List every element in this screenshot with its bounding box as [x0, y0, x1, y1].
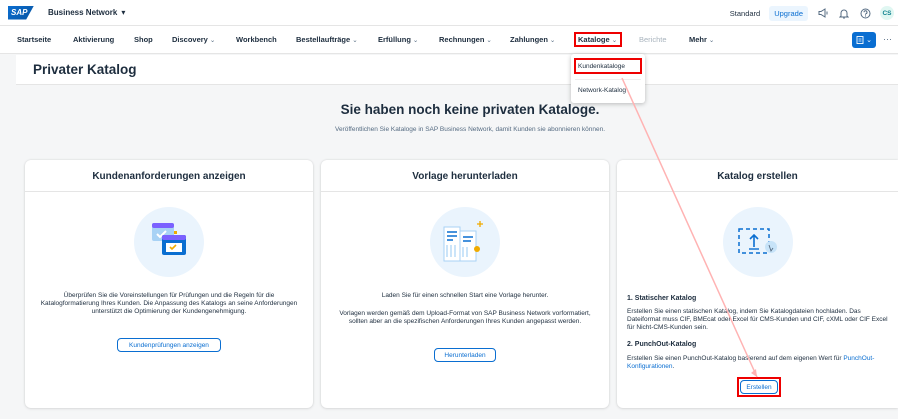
- nav-shop[interactable]: Shop: [134, 35, 153, 44]
- product-switcher[interactable]: Business Network ▾: [48, 8, 125, 17]
- main-navigation: Startseite Aktivierung Shop Discovery ⌄ W…: [0, 26, 898, 54]
- nav-label: Startseite: [17, 35, 52, 44]
- divider: [321, 191, 609, 192]
- nav-label: Mehr: [689, 35, 707, 44]
- card-title: Vorlage herunterladen: [412, 171, 518, 182]
- help-icon[interactable]: [859, 7, 871, 19]
- card-title: Kundenanforderungen anzeigen: [92, 171, 246, 182]
- upgrade-button[interactable]: Upgrade: [769, 5, 808, 21]
- punchout-text: Erstellen Sie einen PunchOut-Katalog bas…: [627, 355, 842, 362]
- megaphone-icon[interactable]: [817, 7, 829, 19]
- menu-item-network-katalog[interactable]: Network-Katalog: [578, 87, 626, 94]
- view-customer-checks-button[interactable]: Kundenprüfungen anzeigen: [117, 338, 221, 352]
- nav-rechnungen[interactable]: Rechnungen ⌄: [439, 35, 492, 44]
- empty-state-title: Sie haben noch keine privaten Kataloge.: [340, 102, 600, 117]
- card-create-catalog: Katalog erstellen 1. Statischer Katalog …: [617, 160, 898, 408]
- chevron-down-icon: ⌄: [866, 37, 872, 44]
- download-button[interactable]: Herunterladen: [434, 348, 496, 362]
- nav-label: Bestellaufträge: [296, 35, 351, 44]
- create-menu-button[interactable]: ⌄: [852, 32, 876, 48]
- punchout-text-end: .: [672, 363, 675, 370]
- nav-mehr[interactable]: Mehr ⌄: [689, 35, 714, 44]
- chevron-down-icon: ⌄: [486, 37, 492, 44]
- nav-label: Discovery: [172, 35, 208, 44]
- punchout-catalog-heading: 2. PunchOut-Katalog: [627, 341, 697, 348]
- nav-bestellauftraege[interactable]: Bestellaufträge ⌄: [296, 35, 358, 44]
- nav-label: Erfüllung: [378, 35, 411, 44]
- nav-berichte: Berichte: [639, 35, 667, 44]
- chevron-down-icon: ⌄: [352, 37, 358, 44]
- sap-logo[interactable]: SAP: [8, 5, 34, 20]
- nav-workbench[interactable]: Workbench: [236, 35, 277, 44]
- card-description-intro: Laden Sie für einen schnellen Start eine…: [381, 292, 549, 299]
- divider: [617, 191, 898, 192]
- nav-label: Rechnungen: [439, 35, 485, 44]
- template-illustration-icon: [430, 207, 500, 277]
- nav-erfuellung[interactable]: Erfüllung ⌄: [378, 35, 418, 44]
- kundenkataloge-highlight-box: [574, 58, 642, 74]
- card-download-template: Vorlage herunterladen Laden Sie für eine…: [321, 160, 609, 408]
- nav-label: Aktivierung: [73, 35, 115, 44]
- chevron-down-icon: ⌄: [708, 37, 715, 44]
- nav-aktivierung[interactable]: Aktivierung: [73, 35, 114, 44]
- sap-logo-text: SAP: [11, 8, 28, 17]
- chevron-down-icon: ▾: [121, 8, 126, 17]
- shell-bar: SAP Business Network ▾ Standard Upgrade …: [0, 0, 898, 26]
- card-title: Katalog erstellen: [717, 171, 798, 182]
- product-name: Business Network: [48, 8, 118, 17]
- kataloge-dropdown-menu: Kundenkataloge Network-Katalog: [571, 54, 645, 103]
- chevron-down-icon: ⌄: [209, 37, 216, 44]
- nav-startseite[interactable]: Startseite: [17, 35, 51, 44]
- card-description: Überprüfen Sie die Voreinstellungen für …: [40, 292, 298, 315]
- chevron-down-icon: ⌄: [412, 37, 419, 44]
- standard-label[interactable]: Standard: [730, 9, 760, 18]
- requirements-illustration-icon: [134, 207, 204, 277]
- divider: [25, 191, 313, 192]
- page-header: Privater Katalog: [16, 55, 898, 85]
- document-icon: [856, 36, 864, 44]
- divider: [575, 79, 641, 80]
- nav-label: Zahlungen: [510, 35, 548, 44]
- nav-label: Berichte: [639, 35, 667, 44]
- page-title: Privater Katalog: [33, 62, 137, 77]
- chevron-down-icon: ⌄: [549, 37, 556, 44]
- card-customer-requirements: Kundenanforderungen anzeigen Überprüfen …: [25, 160, 313, 408]
- kataloge-highlight-box: [574, 32, 622, 47]
- nav-label: Shop: [134, 35, 153, 44]
- create-highlight-box: [737, 377, 781, 397]
- empty-state-subtitle: Veröffentlichen Sie Kataloge in SAP Busi…: [334, 126, 606, 133]
- nav-zahlungen[interactable]: Zahlungen ⌄: [510, 35, 555, 44]
- nav-discovery[interactable]: Discovery ⌄: [172, 35, 215, 44]
- punchout-catalog-description: Erstellen Sie einen PunchOut-Katalog bas…: [627, 355, 890, 371]
- avatar[interactable]: CS: [880, 6, 894, 20]
- overflow-icon[interactable]: ···: [883, 34, 892, 44]
- static-catalog-heading: 1. Statischer Katalog: [627, 295, 697, 302]
- bell-icon[interactable]: [838, 7, 850, 19]
- upload-illustration-icon: [723, 207, 793, 277]
- static-catalog-description: Erstellen Sie einen statischen Katalog, …: [627, 308, 888, 331]
- nav-label: Workbench: [236, 35, 277, 44]
- card-description: Vorlagen werden gemäß dem Upload-Format …: [339, 310, 591, 325]
